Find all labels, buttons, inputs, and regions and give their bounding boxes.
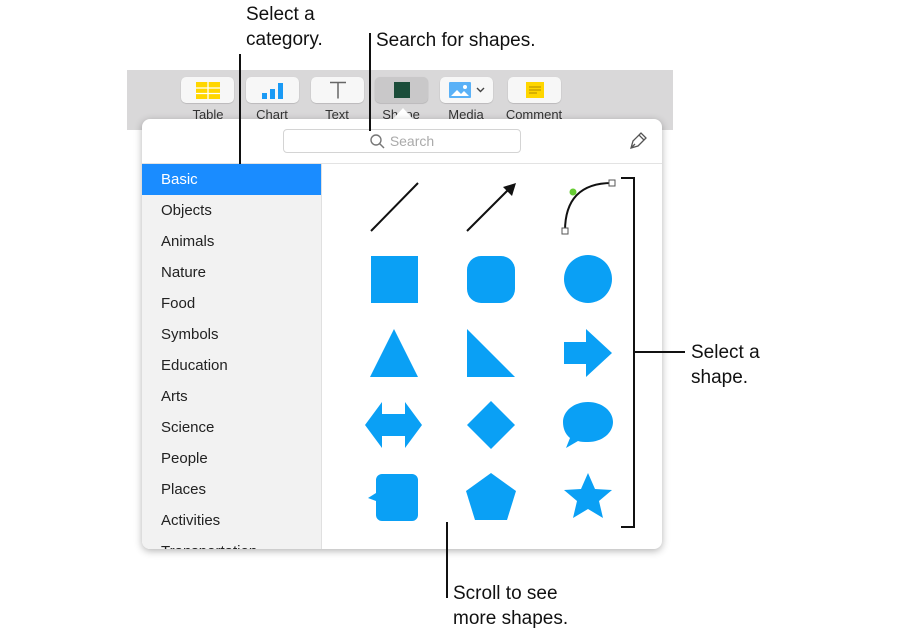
shape-diamond[interactable] xyxy=(467,401,515,449)
shape-square[interactable] xyxy=(371,256,418,303)
shape-star[interactable] xyxy=(564,473,612,518)
shape-callout-square[interactable] xyxy=(368,474,418,521)
shapes-grid xyxy=(365,179,616,521)
shape-arrow-line[interactable] xyxy=(466,183,516,232)
shape-triangle[interactable] xyxy=(370,329,418,377)
callout-line-search xyxy=(369,33,371,131)
shape-double-arrow[interactable] xyxy=(365,402,422,448)
shape-pentagon[interactable] xyxy=(466,473,516,520)
callout-search: Search for shapes. xyxy=(376,30,536,51)
callout-select-category: Select a category. xyxy=(246,4,323,50)
shape-rounded-square[interactable] xyxy=(467,256,515,303)
shape-arrow[interactable] xyxy=(564,329,612,377)
shape-speech-bubble[interactable] xyxy=(563,402,613,448)
shapes-bracket xyxy=(621,177,635,528)
shape-right-triangle[interactable] xyxy=(467,329,515,377)
callout-line-shape xyxy=(635,351,685,353)
callout-select-shape: Select a shape. xyxy=(691,342,760,388)
shape-circle[interactable] xyxy=(564,255,612,303)
callout-scroll: Scroll to see more shapes. xyxy=(453,583,569,629)
shape-line[interactable] xyxy=(370,182,419,232)
shape-curve[interactable] xyxy=(561,179,616,235)
callout-line-scroll xyxy=(446,522,448,598)
callout-line-category xyxy=(239,54,241,164)
